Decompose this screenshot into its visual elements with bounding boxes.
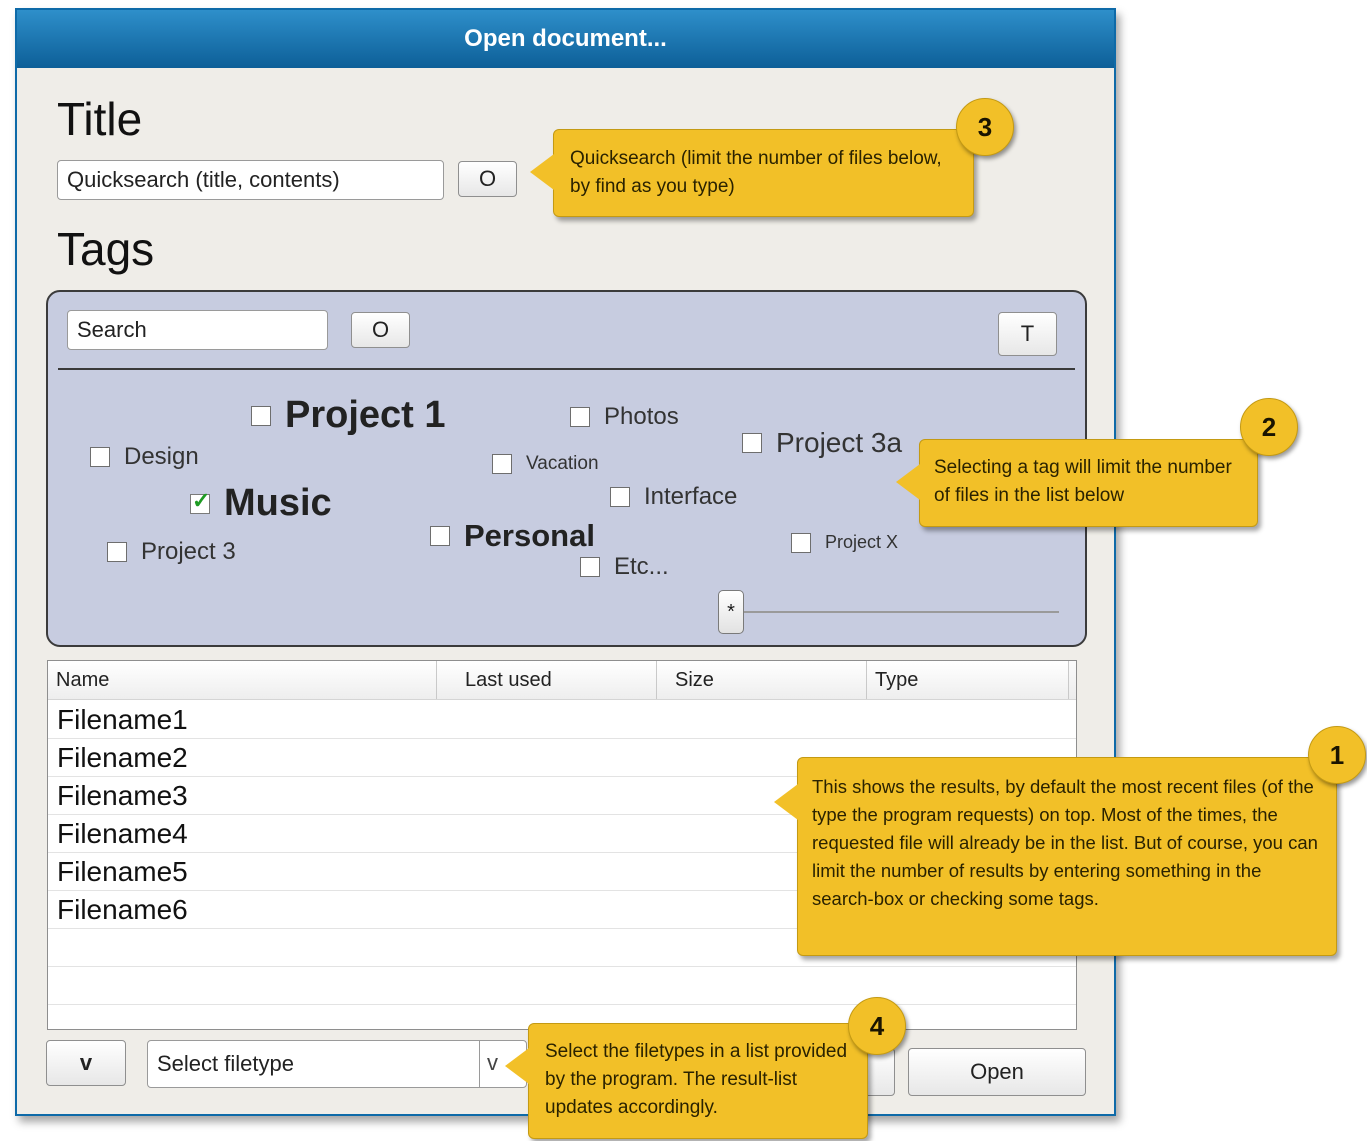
tags-heading: Tags <box>57 223 155 275</box>
tag-etc[interactable]: Etc... <box>580 553 669 581</box>
column-header-name[interactable]: Name <box>48 661 437 699</box>
callout-results: This shows the results, by default the m… <box>774 757 1337 956</box>
checkbox-icon[interactable] <box>492 454 512 474</box>
callout-badge-4: 4 <box>848 997 906 1055</box>
callout-badge-1: 1 <box>1308 726 1366 784</box>
tag-label: Vacation <box>526 453 599 474</box>
open-button[interactable]: Open <box>908 1048 1086 1096</box>
callout-text: Quicksearch (limit the number of files b… <box>570 148 942 197</box>
table-row[interactable]: Filename1 <box>48 701 1076 739</box>
callout-badge-3: 3 <box>956 98 1014 156</box>
callout-text: Select the filetypes in a list provided … <box>545 1041 848 1118</box>
checkbox-icon[interactable] <box>791 532 811 553</box>
tag-size-slider-track[interactable] <box>731 611 1059 613</box>
quicksearch-button[interactable]: O <box>458 161 517 197</box>
checkbox-icon[interactable] <box>107 542 127 562</box>
callout-text: Selecting a tag will limit the number of… <box>934 457 1232 506</box>
callout-quicksearch: Quicksearch (limit the number of files b… <box>530 129 974 217</box>
callout-pointer <box>530 154 554 190</box>
tag-interface[interactable]: Interface <box>610 483 737 511</box>
checkbox-icon[interactable] <box>430 526 450 546</box>
tag-label: Design <box>124 443 199 470</box>
checkbox-icon[interactable] <box>580 557 600 577</box>
column-header-type[interactable]: Type <box>867 661 1069 699</box>
tag-label: Personal <box>464 518 595 553</box>
tag-music[interactable]: Music <box>190 482 332 525</box>
tag-search-input[interactable]: Search <box>67 310 328 350</box>
filetype-select-value: Select filetype <box>157 1051 294 1076</box>
chevron-down-icon[interactable]: v <box>487 1050 498 1076</box>
tag-project-3a[interactable]: Project 3a <box>742 427 902 459</box>
callout-badge-2: 2 <box>1240 398 1298 456</box>
tag-label: Project 1 <box>285 394 446 436</box>
callout-tags: Selecting a tag will limit the number of… <box>896 439 1258 527</box>
tag-design[interactable]: Design <box>90 443 199 471</box>
window-title: Open document... <box>17 10 1114 68</box>
tag-size-slider-thumb[interactable]: * <box>718 590 744 634</box>
checkbox-icon[interactable] <box>742 433 762 453</box>
tag-vacation[interactable]: Vacation <box>492 453 599 475</box>
quicksearch-input[interactable]: Quicksearch (title, contents) <box>57 160 444 200</box>
tag-photos[interactable]: Photos <box>570 403 679 431</box>
callout-filetypes: Select the filetypes in a list provided … <box>505 1023 868 1139</box>
tag-personal[interactable]: Personal <box>430 518 595 554</box>
title-heading: Title <box>57 93 143 145</box>
checkbox-icon[interactable] <box>610 487 630 507</box>
tag-label: Interface <box>644 483 738 510</box>
checkbox-icon[interactable] <box>251 405 271 426</box>
callout-pointer <box>505 1048 529 1084</box>
expand-button[interactable]: v <box>46 1040 126 1086</box>
tag-label: Project 3 <box>141 538 236 565</box>
checkbox-icon[interactable] <box>90 447 110 467</box>
tag-label: Project X <box>825 532 899 552</box>
tag-project-x[interactable]: Project X <box>791 532 898 553</box>
tag-label: Music <box>224 482 332 524</box>
callout-pointer <box>896 464 920 500</box>
tag-search-button[interactable]: O <box>351 312 410 348</box>
filetype-select[interactable]: Select filetype <box>147 1040 527 1088</box>
tag-t-button[interactable]: T <box>998 312 1057 356</box>
callout-pointer <box>774 784 798 820</box>
tag-label: Photos <box>604 403 679 430</box>
column-header-size[interactable]: Size <box>657 661 867 699</box>
column-header-last-used[interactable]: Last used <box>437 661 657 699</box>
tag-label: Etc... <box>614 553 669 580</box>
checkbox-icon[interactable] <box>570 407 590 427</box>
tag-project-1[interactable]: Project 1 <box>251 394 446 437</box>
tag-panel-divider <box>58 368 1075 370</box>
empty-row <box>48 967 1076 1005</box>
checkbox-checked-icon[interactable] <box>190 488 210 514</box>
callout-text: This shows the results, by default the m… <box>812 776 1318 909</box>
tag-project-3[interactable]: Project 3 <box>107 538 236 566</box>
tag-label: Project 3a <box>776 427 903 458</box>
select-divider <box>479 1041 480 1087</box>
